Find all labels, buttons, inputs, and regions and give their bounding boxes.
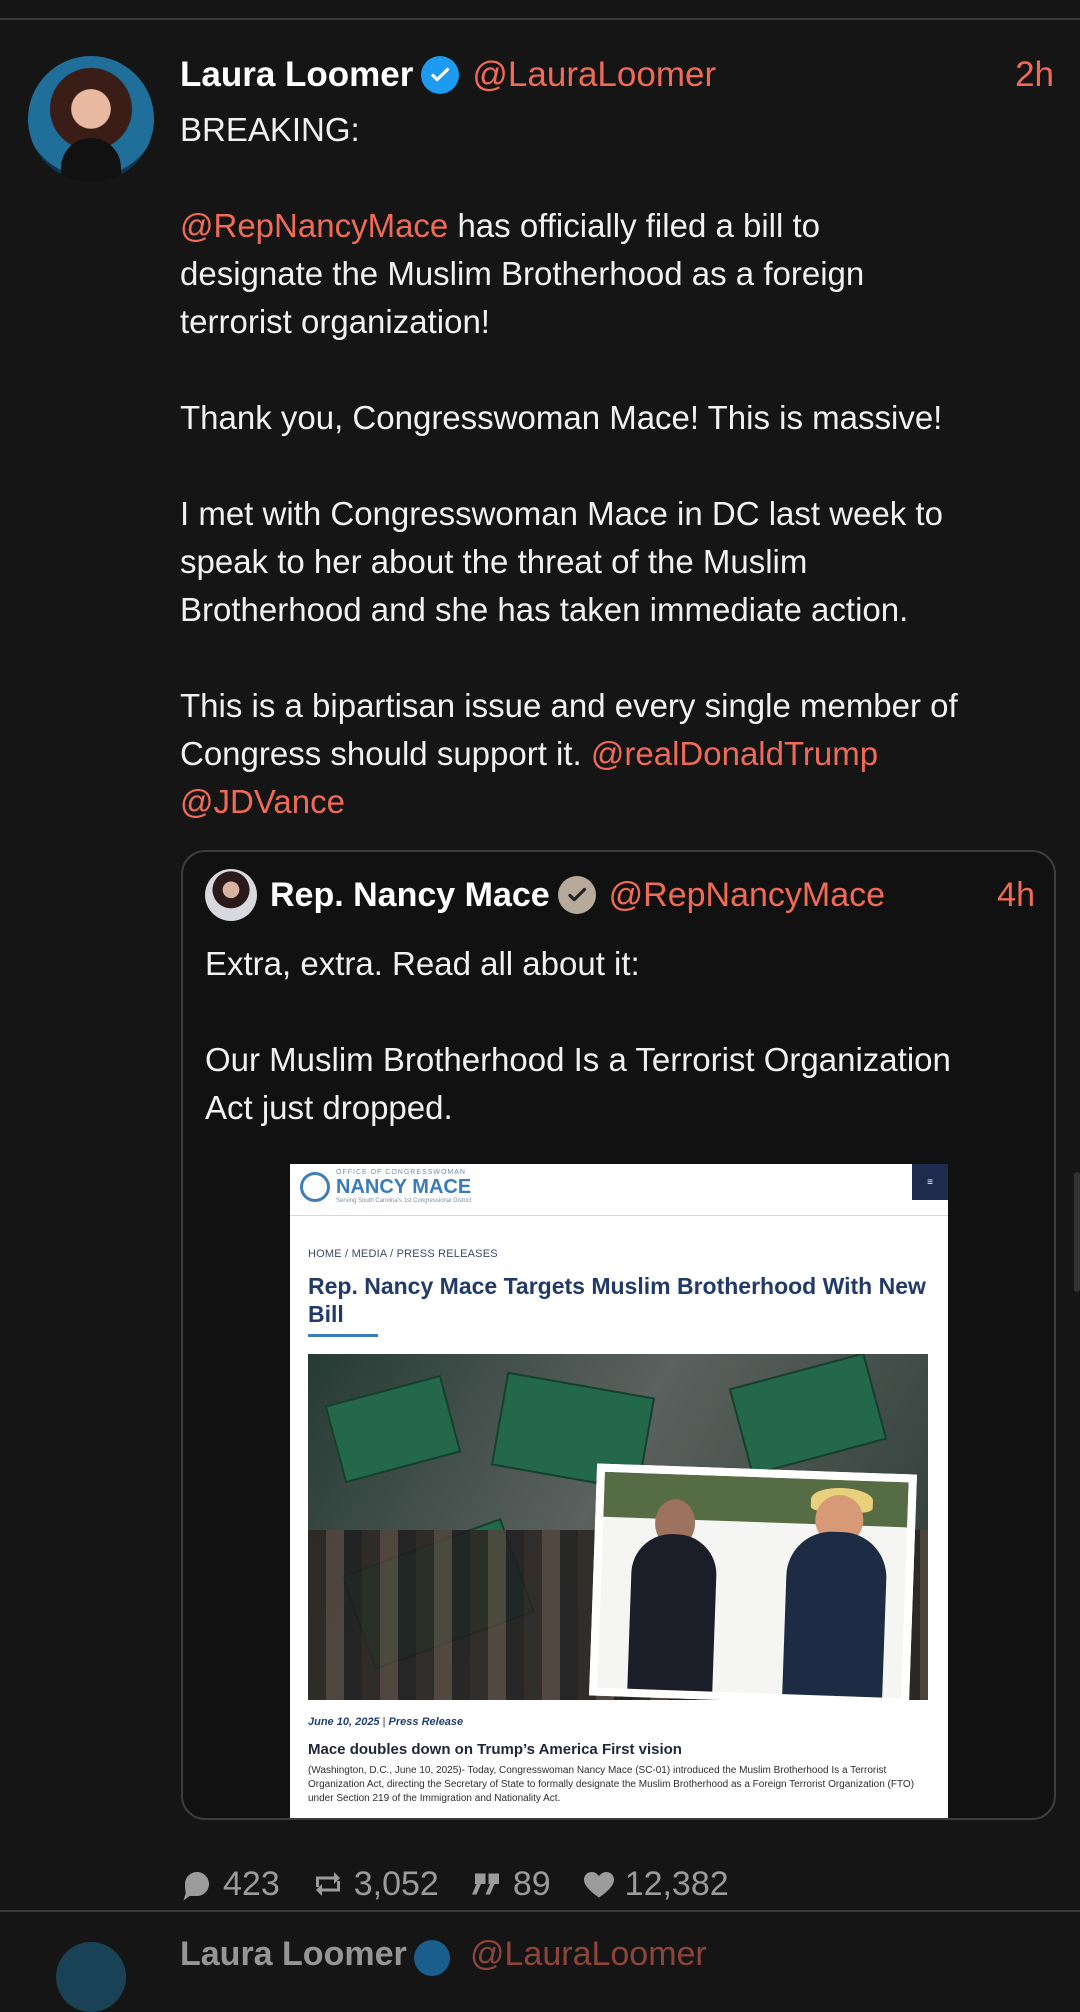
quoted-text-gap <box>205 988 1035 1036</box>
person-figure <box>626 1532 718 1700</box>
press-release-site-header: OFFICE OF CONGRESSWOMAN NANCY MACE Servi… <box>290 1164 948 1216</box>
press-release-breadcrumb: HOME / MEDIA / PRESS RELEASES <box>308 1248 498 1260</box>
flag-image <box>728 1354 888 1476</box>
verified-badge-icon <box>414 1940 450 1976</box>
press-release-photo <box>308 1354 928 1700</box>
flag-image <box>324 1374 462 1484</box>
quote-icon <box>471 1873 499 1895</box>
menu-icon: ≡ <box>912 1164 948 1200</box>
post-text-segment: has officially filed a bill to <box>448 207 821 244</box>
quoted-text-line: Our Muslim Brotherhood Is a Terrorist Or… <box>205 1041 951 1078</box>
quoted-author-name[interactable]: Rep. Nancy Mace <box>270 876 550 915</box>
post-text-segment: terrorist organization! <box>180 303 490 340</box>
post-body: BREAKING: @RepNancyMace has officially fi… <box>180 106 1060 826</box>
handshake-inset-photo <box>589 1463 917 1700</box>
dateline-separator: | <box>382 1716 386 1728</box>
post-header: Laura Loomer @LauraLoomer 2h <box>180 50 1054 100</box>
press-release-date: June 10, 2025 <box>308 1716 380 1728</box>
post-separator <box>0 1910 1080 1912</box>
mention-link[interactable]: @RepNancyMace <box>180 207 448 244</box>
quoted-text-line: Act just dropped. <box>205 1089 453 1126</box>
post-text-line: speak to her about the threat of the Mus… <box>180 538 1060 586</box>
like-count: 12,382 <box>624 1864 729 1903</box>
post-text-line: designate the Muslim Brotherhood as a fo… <box>180 250 1060 298</box>
quoted-post-time[interactable]: 4h <box>997 876 1035 915</box>
post-text-line: This is a bipartisan issue and every sin… <box>180 682 1060 730</box>
post-text-segment: Brotherhood and she has taken immediate … <box>180 591 909 628</box>
press-release-headline: Rep. Nancy Mace Targets Muslim Brotherho… <box>308 1273 926 1327</box>
post-text-segment: This is a bipartisan issue and every sin… <box>180 687 958 724</box>
post-text-gap <box>180 346 1060 394</box>
heart-icon <box>583 1872 614 1898</box>
scrollbar[interactable] <box>1074 1172 1080 1292</box>
post-text-line: @JDVance <box>180 778 1060 826</box>
reply-button[interactable]: 423 <box>179 1865 280 1904</box>
post-text-gap <box>180 442 1060 490</box>
office-logo-icon <box>300 1172 330 1202</box>
mention-link[interactable]: @JDVance <box>180 783 345 820</box>
repost-count: 3,052 <box>353 1864 439 1903</box>
post-author-avatar[interactable] <box>28 56 154 182</box>
press-release-dateline: June 10, 2025 | Press Release <box>308 1716 463 1728</box>
quoted-author-avatar[interactable] <box>205 869 257 921</box>
quoted-post-header: Rep. Nancy Mace @RepNancyMace 4h <box>205 868 1035 922</box>
office-logo-subtitle: Serving South Carolina's 1st Congression… <box>336 1198 472 1204</box>
post-text-line: Congress should support it. @realDonaldT… <box>180 730 1060 778</box>
next-post-author-handle[interactable]: @LauraLoomer <box>470 1935 707 1974</box>
post-text-line: I met with Congresswoman Mace in DC last… <box>180 490 1060 538</box>
press-release-label: Press Release <box>388 1716 464 1728</box>
reply-icon <box>183 1872 209 1901</box>
office-logo-small-text: OFFICE OF CONGRESSWOMAN <box>336 1169 466 1176</box>
post-text-segment: I met with Congresswoman Mace in DC last… <box>180 495 943 532</box>
like-button[interactable]: 12,382 <box>581 1865 729 1904</box>
verified-badge-icon <box>421 56 460 94</box>
post-text-line: Brotherhood and she has taken immediate … <box>180 586 1060 634</box>
post-author-name[interactable]: Laura Loomer <box>180 55 413 95</box>
post-text-line: Thank you, Congresswoman Mace! This is m… <box>180 394 1060 442</box>
post-author-handle[interactable]: @LauraLoomer <box>472 55 716 95</box>
mention-link[interactable]: @realDonaldTrump <box>591 735 878 772</box>
quote-button[interactable]: 89 <box>469 1865 551 1904</box>
office-logo-name: NANCY MACE <box>336 1176 472 1198</box>
press-release-body: (Washington, D.C., June 10, 2025)- Today… <box>308 1765 915 1804</box>
post-text-line: terrorist organization! <box>180 298 1060 346</box>
press-release-subheadline: Mace doubles down on Trump’s America Fir… <box>308 1741 682 1758</box>
post-text-gap <box>180 634 1060 682</box>
quoted-author-handle[interactable]: @RepNancyMace <box>609 876 885 915</box>
post-text-segment: speak to her about the threat of the Mus… <box>180 543 808 580</box>
post-text-line: BREAKING: <box>180 106 1060 154</box>
quote-count: 89 <box>512 1864 551 1903</box>
check-icon <box>431 67 450 82</box>
post-text-segment: designate the Muslim Brotherhood as a fo… <box>180 255 865 292</box>
post-text-segment: Thank you, Congresswoman Mace! This is m… <box>180 399 943 436</box>
headline-rule <box>308 1334 378 1337</box>
post-text-segment: BREAKING: <box>180 111 360 148</box>
post-text-line: @RepNancyMace has officially filed a bil… <box>180 202 1060 250</box>
post-text-gap <box>180 154 1060 202</box>
post-text-segment: Congress should support it. <box>180 735 591 772</box>
quoted-media-screenshot[interactable]: OFFICE OF CONGRESSWOMAN NANCY MACE Servi… <box>290 1164 948 1818</box>
post-actions: 423 3,052 89 12,382 <box>179 1858 759 1910</box>
verified-badge-icon <box>557 876 596 914</box>
reply-count: 423 <box>223 1864 280 1903</box>
top-divider <box>0 0 1080 20</box>
repost-icon <box>315 1872 340 1896</box>
person-figure <box>781 1530 888 1700</box>
next-post-author-name[interactable]: Laura Loomer <box>180 1935 407 1974</box>
repost-button[interactable]: 3,052 <box>310 1865 439 1904</box>
quoted-post-text: Extra, extra. Read all about it: Our Mus… <box>205 940 1035 1132</box>
quoted-post[interactable]: Rep. Nancy Mace @RepNancyMace 4h Extra, … <box>181 850 1056 1820</box>
post-time[interactable]: 2h <box>1015 55 1054 95</box>
check-icon <box>568 887 586 902</box>
quoted-text-line: Extra, extra. Read all about it: <box>205 945 640 982</box>
